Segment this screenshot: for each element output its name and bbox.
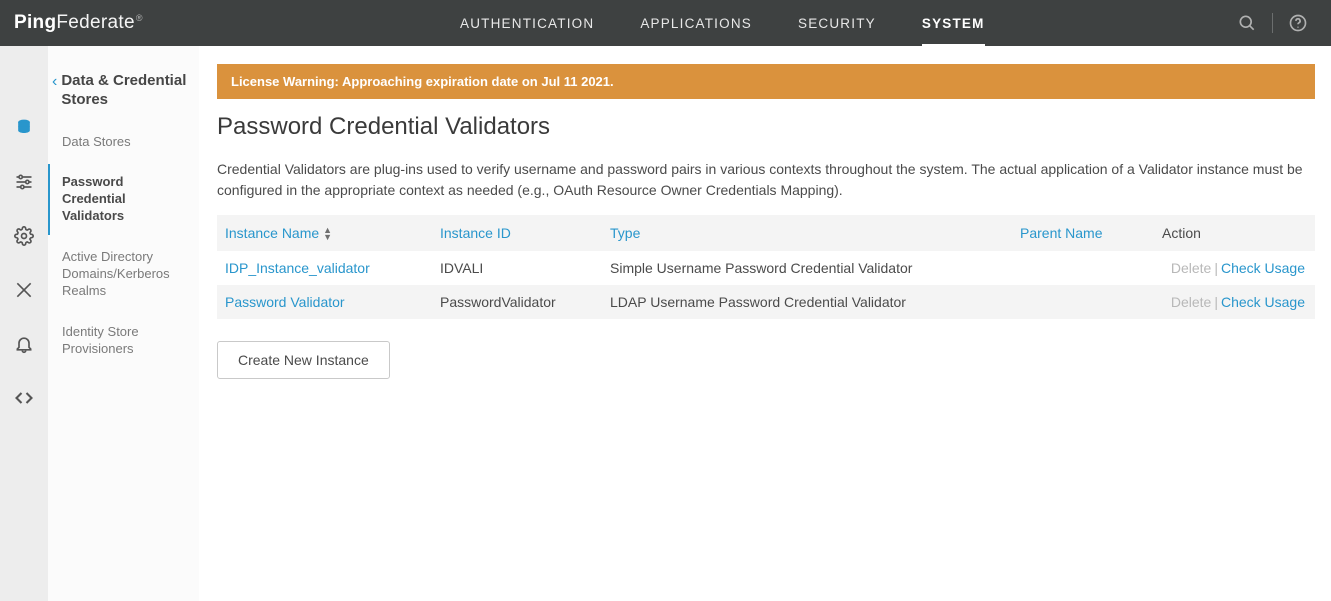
logo-federate: Federate [56, 12, 134, 34]
instance-name-link[interactable]: Password Validator [225, 294, 345, 310]
instance-id-cell: IDVALI [432, 251, 602, 285]
divider [1272, 13, 1273, 33]
page-title: Password Credential Validators [199, 99, 1331, 141]
search-icon[interactable] [1234, 10, 1260, 36]
top-bar: PingFederate® AUTHENTICATION APPLICATION… [0, 0, 1331, 46]
table-row: Password Validator PasswordValidator LDA… [217, 285, 1315, 319]
sidebar-item-identity-store-provisioners[interactable]: Identity Store Provisioners [48, 314, 199, 368]
topnav-authentication[interactable]: AUTHENTICATION [460, 0, 594, 46]
validators-table: Instance Name▲▼ Instance ID Type Parent … [217, 215, 1315, 319]
logo-trademark: ® [136, 13, 143, 23]
sliders-icon[interactable] [12, 170, 36, 194]
sort-icon: ▲▼ [323, 227, 332, 241]
sidebar-item-password-credential-validators[interactable]: Password Credential Validators [48, 164, 199, 235]
col-parent-name[interactable]: Parent Name [1012, 215, 1154, 251]
parent-name-cell [1012, 251, 1154, 285]
database-icon[interactable] [12, 116, 36, 140]
topnav-system[interactable]: SYSTEM [922, 0, 985, 46]
content-area: License Warning: Approaching expiration … [199, 46, 1331, 601]
bell-icon[interactable] [12, 332, 36, 356]
check-usage-link[interactable]: Check Usage [1221, 260, 1305, 276]
instance-type-cell: Simple Username Password Credential Vali… [602, 251, 1012, 285]
back-chevron-icon[interactable]: ‹ [52, 72, 57, 90]
sidebar: ‹ Data & Credential Stores Data Stores P… [48, 46, 199, 601]
sidebar-item-data-stores[interactable]: Data Stores [48, 124, 199, 161]
instance-id-cell: PasswordValidator [432, 285, 602, 319]
tools-icon[interactable] [12, 278, 36, 302]
icon-rail [0, 46, 48, 601]
col-instance-id[interactable]: Instance ID [432, 215, 602, 251]
parent-name-cell [1012, 285, 1154, 319]
page-description: Credential Validators are plug-ins used … [199, 141, 1331, 201]
topbar-actions [1234, 10, 1331, 36]
table-row: IDP_Instance_validator IDVALI Simple Use… [217, 251, 1315, 285]
topnav-security[interactable]: SECURITY [798, 0, 876, 46]
license-warning: License Warning: Approaching expiration … [217, 64, 1315, 99]
logo[interactable]: PingFederate® [0, 12, 200, 34]
delete-action-disabled: Delete [1171, 294, 1211, 310]
sidebar-title: Data & Credential Stores [61, 72, 189, 110]
delete-action-disabled: Delete [1171, 260, 1211, 276]
instance-name-link[interactable]: IDP_Instance_validator [225, 260, 370, 276]
topnav-applications[interactable]: APPLICATIONS [640, 0, 752, 46]
logo-ping: Ping [14, 12, 56, 34]
create-new-instance-button[interactable]: Create New Instance [217, 341, 390, 379]
code-icon[interactable] [12, 386, 36, 410]
help-icon[interactable] [1285, 10, 1311, 36]
instance-type-cell: LDAP Username Password Credential Valida… [602, 285, 1012, 319]
col-type[interactable]: Type [602, 215, 1012, 251]
col-action: Action [1154, 215, 1315, 251]
check-usage-link[interactable]: Check Usage [1221, 294, 1305, 310]
top-nav: AUTHENTICATION APPLICATIONS SECURITY SYS… [460, 0, 985, 46]
col-instance-name[interactable]: Instance Name▲▼ [217, 215, 432, 251]
sidebar-item-ad-kerberos[interactable]: Active Directory Domains/Kerberos Realms [48, 239, 199, 310]
gear-icon[interactable] [12, 224, 36, 248]
